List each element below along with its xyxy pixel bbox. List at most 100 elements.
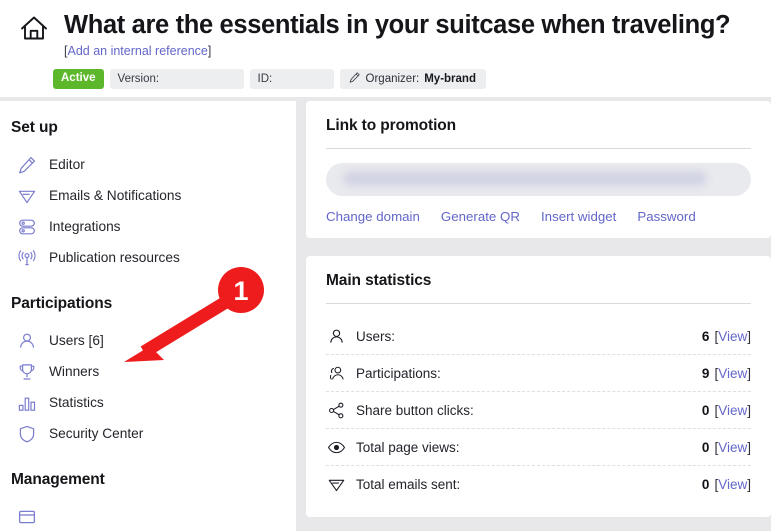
- paper-plane-icon: [16, 185, 37, 206]
- header-badges: Active Version: ID: Organizer: My-brand: [53, 69, 771, 89]
- sidebar-item-label: Publication resources: [49, 250, 180, 265]
- stat-label: Participations:: [356, 365, 441, 381]
- sidebar-item-security-center[interactable]: Security Center: [0, 418, 296, 449]
- sidebar-item-label: Statistics: [49, 395, 104, 410]
- change-domain-link[interactable]: Change domain: [326, 209, 420, 224]
- bracket-close: ]: [207, 44, 212, 58]
- statistics-card-title: Main statistics: [326, 272, 432, 289]
- home-icon[interactable]: [14, 8, 54, 48]
- internal-reference: [Add an internal reference]: [64, 43, 771, 60]
- organizer-field[interactable]: Organizer: My-brand: [339, 69, 486, 89]
- promotion-actions: Change domain Generate QR Insert widget …: [326, 209, 751, 224]
- sidebar-item-publication-resources[interactable]: Publication resources: [0, 242, 296, 273]
- version-field[interactable]: Version:: [109, 69, 244, 89]
- sidebar-item-integrations[interactable]: Integrations: [0, 211, 296, 242]
- pencil-icon: [348, 71, 361, 87]
- trophy-icon: [16, 361, 37, 382]
- view-link[interactable]: View: [718, 477, 747, 492]
- bracket-close: ]: [747, 365, 751, 381]
- page-header: What are the essentials in your suitcase…: [0, 0, 771, 97]
- sidebar-item-label: Users [6]: [49, 333, 104, 348]
- app-page: What are the essentials in your suitcase…: [0, 0, 771, 531]
- share-nodes-icon: [326, 400, 346, 420]
- sidebar-item-label: Editor: [49, 157, 85, 172]
- table-row: Share button clicks: 0 [View]: [326, 392, 751, 429]
- sidebar-item-emails-notifications[interactable]: Emails & Notifications: [0, 180, 296, 211]
- sidebar-item-label: Winners: [49, 364, 100, 379]
- bracket-close: ]: [747, 439, 751, 455]
- organizer-value: My-brand: [424, 73, 476, 85]
- sidebar-heading-setup: Set up: [11, 119, 58, 136]
- password-link[interactable]: Password: [637, 209, 695, 224]
- sidebar-item-label: Emails & Notifications: [49, 188, 182, 203]
- stat-value: 6: [701, 328, 710, 344]
- id-label: ID:: [257, 73, 273, 85]
- organizer-label: Organizer:: [365, 73, 420, 85]
- stat-view-link: [View]: [714, 440, 751, 455]
- stat-view-link: [View]: [714, 329, 751, 344]
- sidebar-group-management: Management: [0, 471, 296, 531]
- view-link[interactable]: View: [718, 366, 747, 381]
- sidebar-item-statistics[interactable]: Statistics: [0, 387, 296, 418]
- sidebar: Set up Editor Emails & Notifications Int…: [0, 101, 296, 531]
- divider: [326, 303, 751, 304]
- pencil-icon: [16, 154, 37, 175]
- stat-value: 9: [701, 365, 710, 381]
- stat-view-link: [View]: [714, 403, 751, 418]
- status-badge: Active: [53, 69, 104, 89]
- stat-view-link: [View]: [714, 477, 751, 492]
- user-icon: [326, 326, 346, 346]
- divider: [326, 148, 751, 149]
- statistics-card: Main statistics Users: 6 [View] Particip…: [306, 256, 771, 517]
- bar-chart-icon: [16, 392, 37, 413]
- view-link[interactable]: View: [718, 440, 747, 455]
- sidebar-item-winners[interactable]: Winners: [0, 356, 296, 387]
- broadcast-icon: [16, 247, 37, 268]
- bracket-close: ]: [747, 402, 751, 418]
- users-group-icon: [326, 363, 346, 383]
- view-link[interactable]: View: [718, 403, 747, 418]
- sidebar-group-participations: Participations Users [6] Winners Statist…: [0, 295, 296, 449]
- bracket-close: ]: [747, 477, 751, 492]
- view-link[interactable]: View: [718, 329, 747, 344]
- masked-url-value: [343, 171, 707, 186]
- user-icon: [16, 330, 37, 351]
- stat-label: Total emails sent:: [356, 477, 461, 492]
- add-internal-reference-link[interactable]: Add an internal reference: [67, 44, 207, 58]
- promotion-card-title: Link to promotion: [326, 117, 457, 134]
- generate-qr-link[interactable]: Generate QR: [441, 209, 520, 224]
- promotion-url-input[interactable]: [326, 163, 751, 196]
- sidebar-heading-participations: Participations: [11, 295, 113, 312]
- stat-view-link: [View]: [714, 366, 751, 381]
- sidebar-item-management-first[interactable]: [0, 501, 296, 531]
- sidebar-heading-management: Management: [11, 471, 105, 488]
- version-label: Version:: [117, 73, 160, 85]
- promotion-card: Link to promotion Change domain Generate…: [306, 101, 771, 238]
- sidebar-group-setup: Set up Editor Emails & Notifications Int…: [0, 119, 296, 273]
- page-body: Set up Editor Emails & Notifications Int…: [0, 101, 771, 531]
- eye-icon: [326, 437, 346, 457]
- id-field[interactable]: ID:: [249, 69, 334, 89]
- table-row: Total page views: 0 [View]: [326, 429, 751, 466]
- sidebar-item-label: Security Center: [49, 426, 144, 441]
- sidebar-item-users[interactable]: Users [6]: [0, 325, 296, 356]
- table-row: Participations: 9 [View]: [326, 355, 751, 392]
- stat-value: 0: [701, 402, 710, 418]
- table-row: Total emails sent: 0 [View]: [326, 466, 751, 503]
- paper-plane-icon: [326, 475, 346, 495]
- sidebar-item-editor[interactable]: Editor: [0, 149, 296, 180]
- stat-value: 0: [701, 439, 710, 455]
- table-row: Users: 6 [View]: [326, 318, 751, 355]
- shield-icon: [16, 423, 37, 444]
- page-title: What are the essentials in your suitcase…: [64, 11, 731, 39]
- stat-label: Share button clicks:: [356, 402, 474, 418]
- stat-label: Users:: [356, 328, 396, 344]
- stat-value: 0: [701, 477, 710, 492]
- servers-icon: [16, 216, 37, 237]
- stat-label: Total page views:: [356, 439, 460, 455]
- insert-widget-link[interactable]: Insert widget: [541, 209, 616, 224]
- sidebar-item-label: Integrations: [49, 219, 121, 234]
- window-icon: [16, 506, 37, 527]
- bracket-close: ]: [747, 328, 751, 344]
- main-content: Link to promotion Change domain Generate…: [306, 101, 771, 517]
